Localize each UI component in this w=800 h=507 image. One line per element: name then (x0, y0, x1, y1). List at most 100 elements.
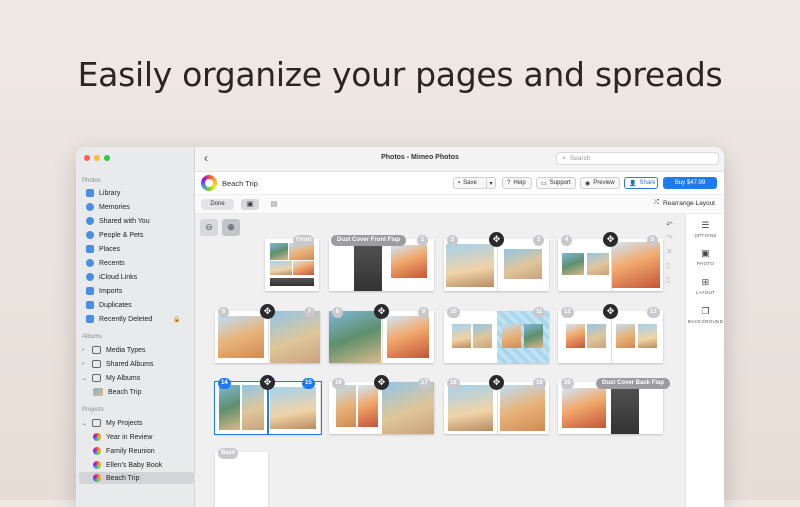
move-handle-icon[interactable]: ✥ (260, 375, 275, 390)
sidebar-item-people-pets[interactable]: People & Pets (86, 229, 143, 241)
close-window-button[interactable] (84, 155, 90, 161)
save-dropdown-button[interactable]: ▾ (486, 177, 496, 189)
photo[interactable] (387, 316, 429, 358)
photo[interactable] (587, 324, 606, 348)
save-button[interactable]: ▪ Save (453, 177, 488, 189)
help-button[interactable]: ? Help (502, 177, 532, 189)
photo[interactable] (504, 249, 542, 279)
pages-view-icon[interactable]: ▤ (265, 199, 283, 210)
photo[interactable] (329, 311, 381, 363)
sidebar-item-shared-with-you[interactable]: Shared with You (86, 215, 150, 227)
sidebar-item-memories[interactable]: Memories (86, 201, 130, 213)
move-handle-icon[interactable]: ✥ (489, 375, 504, 390)
sidebar-item-icloud-links[interactable]: iCloud Links (86, 271, 137, 283)
sidebar-item-family-reunion[interactable]: Family Reunion (93, 445, 155, 457)
photo[interactable] (524, 324, 543, 348)
clipboard-disabled-icon[interactable]: ▯ (666, 275, 670, 284)
move-handle-icon[interactable]: ✥ (374, 304, 389, 319)
spread-dust-front-1[interactable] (329, 239, 434, 291)
sidebar-item-label: Beach Trip (106, 474, 140, 482)
photo[interactable] (270, 243, 288, 260)
redo-icon[interactable]: ↷ (666, 233, 673, 242)
move-handle-icon[interactable]: ✥ (374, 375, 389, 390)
photo[interactable] (612, 242, 660, 288)
share-button[interactable]: 👤 Share (624, 177, 658, 189)
photo[interactable] (616, 324, 635, 348)
support-button[interactable]: ▭ Support (536, 177, 576, 189)
sidebar-item-imports[interactable]: Imports (86, 285, 122, 297)
photo[interactable] (270, 261, 292, 275)
photo[interactable] (382, 382, 434, 434)
photo[interactable] (611, 382, 639, 434)
sidebar-item-media-types[interactable]: › Media Types (82, 344, 146, 356)
search-placeholder: Search (569, 155, 591, 162)
undo-icon[interactable]: ↶ (666, 220, 673, 229)
photo[interactable] (452, 324, 471, 348)
photo-tool[interactable]: ▣ PHOTO (686, 248, 724, 266)
front-cover-spread[interactable] (265, 239, 319, 291)
chevron-down-icon[interactable]: ⌄ (82, 420, 87, 427)
photo[interactable] (354, 239, 382, 291)
sidebar-item-recents[interactable]: Recents (86, 257, 125, 269)
spreads-view-icon[interactable]: ▣ (241, 199, 259, 210)
sidebar-item-year-in-review[interactable]: Year in Review (93, 431, 152, 443)
photo[interactable] (566, 324, 585, 348)
buy-button[interactable]: Buy $47.99 (663, 177, 717, 189)
photo[interactable] (638, 324, 657, 348)
zoom-in-icon[interactable]: ⊕ (222, 219, 240, 236)
photo[interactable] (502, 324, 521, 348)
photo[interactable] (270, 278, 314, 286)
rearrange-layout-button[interactable]: ⤮ Rearrange Layout (654, 199, 715, 207)
photo[interactable] (293, 261, 314, 275)
photo[interactable] (446, 244, 494, 287)
photo[interactable] (562, 253, 584, 275)
photo[interactable] (270, 311, 320, 363)
chevron-right-icon[interactable]: › (82, 347, 87, 353)
sidebar-item-places[interactable]: Places (86, 243, 120, 255)
photo[interactable] (562, 388, 606, 428)
move-handle-icon[interactable]: ✥ (603, 232, 618, 247)
done-button[interactable]: Done (201, 199, 234, 210)
minimize-window-button[interactable] (94, 155, 100, 161)
sidebar-item-ellens-baby-book[interactable]: Ellen's Baby Book (93, 459, 162, 471)
move-handle-icon[interactable]: ✥ (603, 304, 618, 319)
sidebar-item-album-beach-trip[interactable]: Beach Trip (93, 386, 141, 398)
chevron-right-icon[interactable]: › (82, 361, 87, 367)
recents-icon (86, 259, 94, 267)
sidebar-item-my-albums[interactable]: ⌄ My Albums (82, 372, 140, 384)
back-cover-spread[interactable] (215, 452, 268, 507)
photo[interactable] (218, 316, 264, 358)
sidebar-item-shared-albums[interactable]: › Shared Albums (82, 358, 153, 370)
photo[interactable] (358, 385, 378, 427)
preview-button[interactable]: ◉ Preview (580, 177, 620, 189)
zoom-out-icon[interactable]: ⊖ (200, 219, 218, 236)
sidebar-item-duplicates[interactable]: Duplicates (86, 299, 132, 311)
move-handle-icon[interactable]: ✥ (489, 232, 504, 247)
spread-20-dust-back[interactable] (558, 382, 663, 434)
project-icon (93, 474, 101, 482)
spread-10-11[interactable] (444, 311, 549, 363)
photo[interactable] (448, 385, 493, 431)
background-tool[interactable]: ❐ BACKGROUND (686, 306, 724, 324)
photo[interactable] (336, 385, 356, 427)
sidebar-item-project-beach-trip[interactable]: Beach Trip (79, 472, 194, 484)
move-handle-icon[interactable]: ✥ (260, 304, 275, 319)
photo[interactable] (473, 324, 492, 348)
zoom-window-button[interactable] (104, 155, 110, 161)
trash-disabled-icon[interactable]: ▯ (666, 261, 670, 270)
photo[interactable] (587, 253, 609, 275)
sidebar-item-recently-deleted[interactable]: Recently Deleted 🔒 (86, 313, 181, 325)
search-field[interactable]: ⌕ Search (556, 152, 719, 165)
photo[interactable] (391, 245, 427, 278)
page-number: 17 (418, 378, 431, 389)
chevron-down-icon[interactable]: ⌄ (82, 375, 87, 382)
main-area: ‹ Photos - Mimeo Photos ⌕ Search Beach T… (195, 147, 724, 507)
sidebar-item-my-projects[interactable]: ⌄ My Projects (82, 417, 143, 429)
sidebar-item-label: Shared Albums (106, 360, 154, 368)
shuffle-disabled-icon[interactable]: ✕ (666, 247, 673, 256)
photo[interactable] (500, 385, 545, 431)
sidebar-item-library[interactable]: Library (86, 187, 120, 199)
sidebar-item-label: Ellen's Baby Book (106, 461, 163, 469)
options-tool[interactable]: ☰ OPTIONS (686, 220, 724, 238)
layout-tool[interactable]: ⊞ LAYOUT (686, 277, 724, 295)
